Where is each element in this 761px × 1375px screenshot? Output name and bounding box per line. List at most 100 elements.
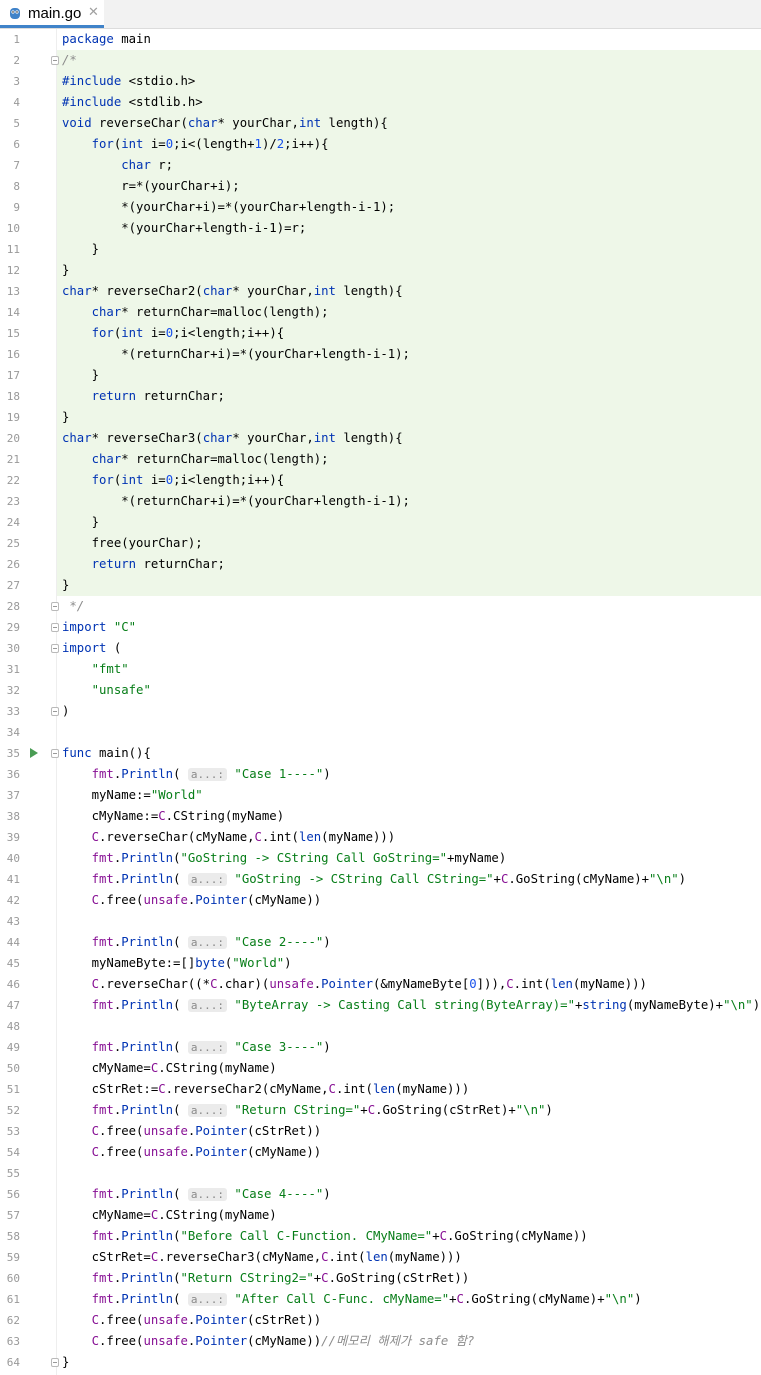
code-line[interactable]: 12} bbox=[0, 260, 761, 281]
code-line[interactable]: 31 "fmt" bbox=[0, 659, 761, 680]
code-line[interactable]: 43 bbox=[0, 911, 761, 932]
code-token: Pointer bbox=[195, 1334, 248, 1348]
code-line[interactable]: 52 fmt.Println( a...: "Return CString="+… bbox=[0, 1100, 761, 1121]
code-line[interactable]: 11 } bbox=[0, 239, 761, 260]
code-text: */ bbox=[62, 596, 84, 617]
code-line[interactable]: 24 } bbox=[0, 512, 761, 533]
code-line[interactable]: 39 C.reverseChar(cMyName,C.int(len(myNam… bbox=[0, 827, 761, 848]
code-line[interactable]: 34 bbox=[0, 722, 761, 743]
code-line[interactable]: 1 package main bbox=[0, 29, 761, 50]
code-line[interactable]: 14 char* returnChar=malloc(length); bbox=[0, 302, 761, 323]
code-line[interactable]: 53 C.free(unsafe.Pointer(cStrRet)) bbox=[0, 1121, 761, 1142]
fold-icon[interactable] bbox=[51, 644, 59, 653]
fold-icon[interactable] bbox=[51, 1358, 59, 1367]
code-line[interactable]: 3 #include <stdio.h> bbox=[0, 71, 761, 92]
fold-icon[interactable] bbox=[51, 749, 59, 758]
code-line[interactable]: 41 fmt.Println( a...: "GoString -> CStri… bbox=[0, 869, 761, 890]
code-line[interactable]: 4 #include <stdlib.h> bbox=[0, 92, 761, 113]
code-line[interactable]: 21 char* returnChar=malloc(length); bbox=[0, 449, 761, 470]
code-line[interactable]: 56 fmt.Println( a...: "Case 4----") bbox=[0, 1184, 761, 1205]
code-token: *(yourChar+length-i-1)=r; bbox=[62, 221, 307, 235]
code-line[interactable]: 6 for(int i=0;i<(length+1)/2;i++){ bbox=[0, 134, 761, 155]
code-line[interactable]: 45 myNameByte:=[]byte("World") bbox=[0, 953, 761, 974]
code-text: *(returnChar+i)=*(yourChar+length-i-1); bbox=[62, 491, 410, 512]
code-text: package main bbox=[62, 29, 151, 50]
code-line[interactable]: 19} bbox=[0, 407, 761, 428]
code-line[interactable]: 63 C.free(unsafe.Pointer(cMyName))//메모리 … bbox=[0, 1331, 761, 1352]
code-token: 1 bbox=[254, 137, 262, 151]
code-text: fmt.Println( a...: "Return CString="+C.G… bbox=[62, 1100, 553, 1121]
fold-icon[interactable] bbox=[51, 56, 59, 65]
code-line[interactable]: 58 fmt.Println("Before Call C-Function. … bbox=[0, 1226, 761, 1247]
code-line[interactable]: 28 */ bbox=[0, 596, 761, 617]
code-line[interactable]: 25 free(yourChar); bbox=[0, 533, 761, 554]
code-line[interactable]: 42 C.free(unsafe.Pointer(cMyName)) bbox=[0, 890, 761, 911]
code-token: (myName))) bbox=[321, 830, 396, 844]
code-token: func bbox=[62, 746, 92, 760]
code-token: * returnChar=malloc(length); bbox=[121, 305, 329, 319]
code-line[interactable]: 18 return returnChar; bbox=[0, 386, 761, 407]
fold-icon[interactable] bbox=[51, 623, 59, 632]
close-icon[interactable]: ✕ bbox=[88, 4, 99, 20]
code-line[interactable]: 23 *(returnChar+i)=*(yourChar+length-i-1… bbox=[0, 491, 761, 512]
fold-icon[interactable] bbox=[51, 707, 59, 716]
code-line[interactable]: 22 for(int i=0;i<length;i++){ bbox=[0, 470, 761, 491]
code-token: ) bbox=[323, 1040, 331, 1054]
code-line[interactable]: 20 char* reverseChar3(char* yourChar,int … bbox=[0, 428, 761, 449]
code-editor[interactable]: 1 package main 2 /* 3 #include <stdio.h> 4 #inc… bbox=[0, 29, 761, 1375]
code-line[interactable]: 51 cStrRet:=C.reverseChar2(cMyName,C.int… bbox=[0, 1079, 761, 1100]
code-line[interactable]: 7 char r; bbox=[0, 155, 761, 176]
code-line[interactable]: 44 fmt.Println( a...: "Case 2----") bbox=[0, 932, 761, 953]
code-token: .free( bbox=[99, 1145, 144, 1159]
code-text: "fmt" bbox=[62, 659, 129, 680]
code-line[interactable]: 27} bbox=[0, 575, 761, 596]
injected-language-highlight bbox=[57, 260, 761, 281]
code-text: char* reverseChar2(char* yourChar,int le… bbox=[62, 281, 403, 302]
code-line[interactable]: 37 myName:="World" bbox=[0, 785, 761, 806]
code-line[interactable]: 60 fmt.Println("Return CString2="+C.GoSt… bbox=[0, 1268, 761, 1289]
code-line[interactable]: 16 *(returnChar+i)=*(yourChar+length-i-1… bbox=[0, 344, 761, 365]
code-line[interactable]: 17 } bbox=[0, 365, 761, 386]
code-token: .free( bbox=[99, 1313, 144, 1327]
code-line[interactable]: 55 bbox=[0, 1163, 761, 1184]
fold-icon[interactable] bbox=[51, 602, 59, 611]
code-line[interactable]: 62 C.free(unsafe.Pointer(cStrRet)) bbox=[0, 1310, 761, 1331]
code-text: fmt.Println( a...: "Case 1----") bbox=[62, 764, 331, 785]
code-token: fmt bbox=[91, 1229, 114, 1243]
code-line[interactable]: 2 /* bbox=[0, 50, 761, 71]
code-line[interactable]: 61 fmt.Println( a...: "After Call C-Func… bbox=[0, 1289, 761, 1310]
code-line[interactable]: 10 *(yourChar+length-i-1)=r; bbox=[0, 218, 761, 239]
code-text: cStrRet:=C.reverseChar2(cMyName,C.int(le… bbox=[62, 1079, 470, 1100]
code-line[interactable]: 26 return returnChar; bbox=[0, 554, 761, 575]
code-line[interactable]: 49 fmt.Println( a...: "Case 3----") bbox=[0, 1037, 761, 1058]
code-line[interactable]: 36 fmt.Println( a...: "Case 1----") bbox=[0, 764, 761, 785]
code-line[interactable]: 29 import "C" bbox=[0, 617, 761, 638]
code-token: *(returnChar+i)=*(yourChar+length-i-1); bbox=[62, 494, 410, 508]
code-line[interactable]: 5 void reverseChar(char* yourChar,int len… bbox=[0, 113, 761, 134]
code-line[interactable]: 13 char* reverseChar2(char* yourChar,int … bbox=[0, 281, 761, 302]
code-line[interactable]: 47 fmt.Println( a...: "ByteArray -> Cast… bbox=[0, 995, 761, 1016]
code-token: */ bbox=[62, 599, 85, 613]
code-token: char bbox=[62, 284, 92, 298]
code-line[interactable]: 33) bbox=[0, 701, 761, 722]
code-token: fmt bbox=[91, 767, 114, 781]
code-line[interactable]: 50 cMyName=C.CString(myName) bbox=[0, 1058, 761, 1079]
code-line[interactable]: 64} bbox=[0, 1352, 761, 1373]
code-line[interactable]: 15 for(int i=0;i<length;i++){ bbox=[0, 323, 761, 344]
code-line[interactable]: 30 import ( bbox=[0, 638, 761, 659]
code-line[interactable]: 38 cMyName:=C.CString(myName) bbox=[0, 806, 761, 827]
code-line[interactable]: 40 fmt.Println("GoString -> CString Call… bbox=[0, 848, 761, 869]
code-token: ) bbox=[678, 872, 687, 886]
line-number: 56 bbox=[6, 1188, 20, 1201]
run-icon[interactable] bbox=[30, 748, 38, 758]
code-line[interactable]: 35 func main(){ bbox=[0, 743, 761, 764]
code-line[interactable]: 32 "unsafe" bbox=[0, 680, 761, 701]
code-line[interactable]: 54 C.free(unsafe.Pointer(cMyName)) bbox=[0, 1142, 761, 1163]
tab-main-go[interactable]: main.go ✕ bbox=[0, 0, 104, 28]
code-line[interactable]: 59 cStrRet=C.reverseChar3(cMyName,C.int(… bbox=[0, 1247, 761, 1268]
code-line[interactable]: 57 cMyName=C.CString(myName) bbox=[0, 1205, 761, 1226]
code-line[interactable]: 48 bbox=[0, 1016, 761, 1037]
code-line[interactable]: 8 r=*(yourChar+i); bbox=[0, 176, 761, 197]
code-line[interactable]: 9 *(yourChar+i)=*(yourChar+length-i-1); bbox=[0, 197, 761, 218]
code-line[interactable]: 46 C.reverseChar((*C.char)(unsafe.Pointe… bbox=[0, 974, 761, 995]
